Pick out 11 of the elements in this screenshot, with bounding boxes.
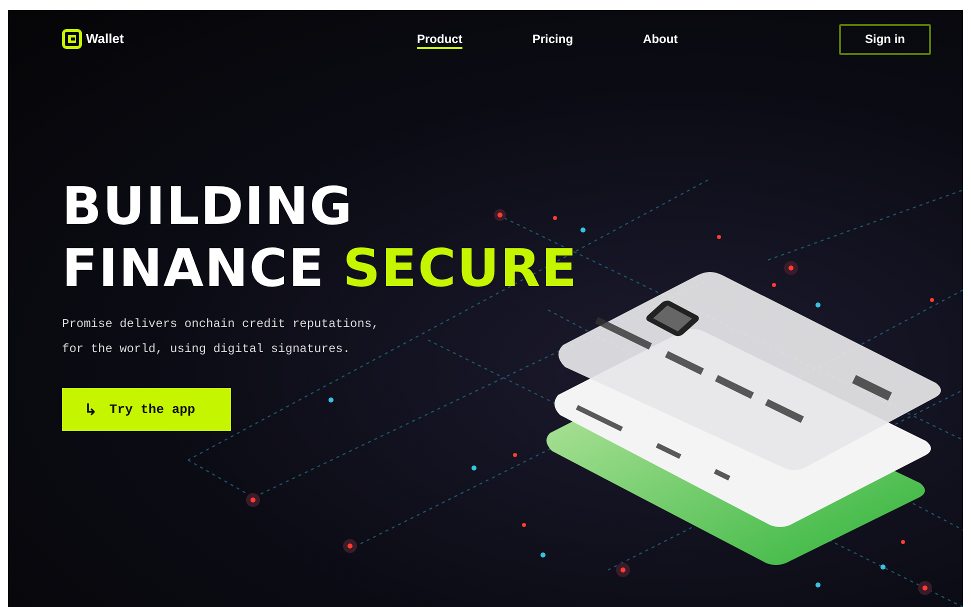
logo-icon: [62, 29, 82, 49]
headline: BUILDING: [62, 176, 354, 238]
nav-link[interactable]: Product: [417, 30, 462, 48]
headline-accent: SECURE: [342, 238, 578, 300]
description-text: Promise delivers onchain credit reputations, for the world, using digital signatures.: [62, 316, 380, 358]
try-app-button[interactable]: ↳ Try the app: [62, 388, 231, 431]
nav-link[interactable]: Pricing: [532, 30, 574, 48]
sign-in-button[interactable]: Sign in: [839, 24, 931, 54]
brand-name: Wallet: [86, 30, 124, 48]
headline: FINANCE: [62, 238, 325, 300]
nav-link[interactable]: About: [643, 30, 678, 48]
